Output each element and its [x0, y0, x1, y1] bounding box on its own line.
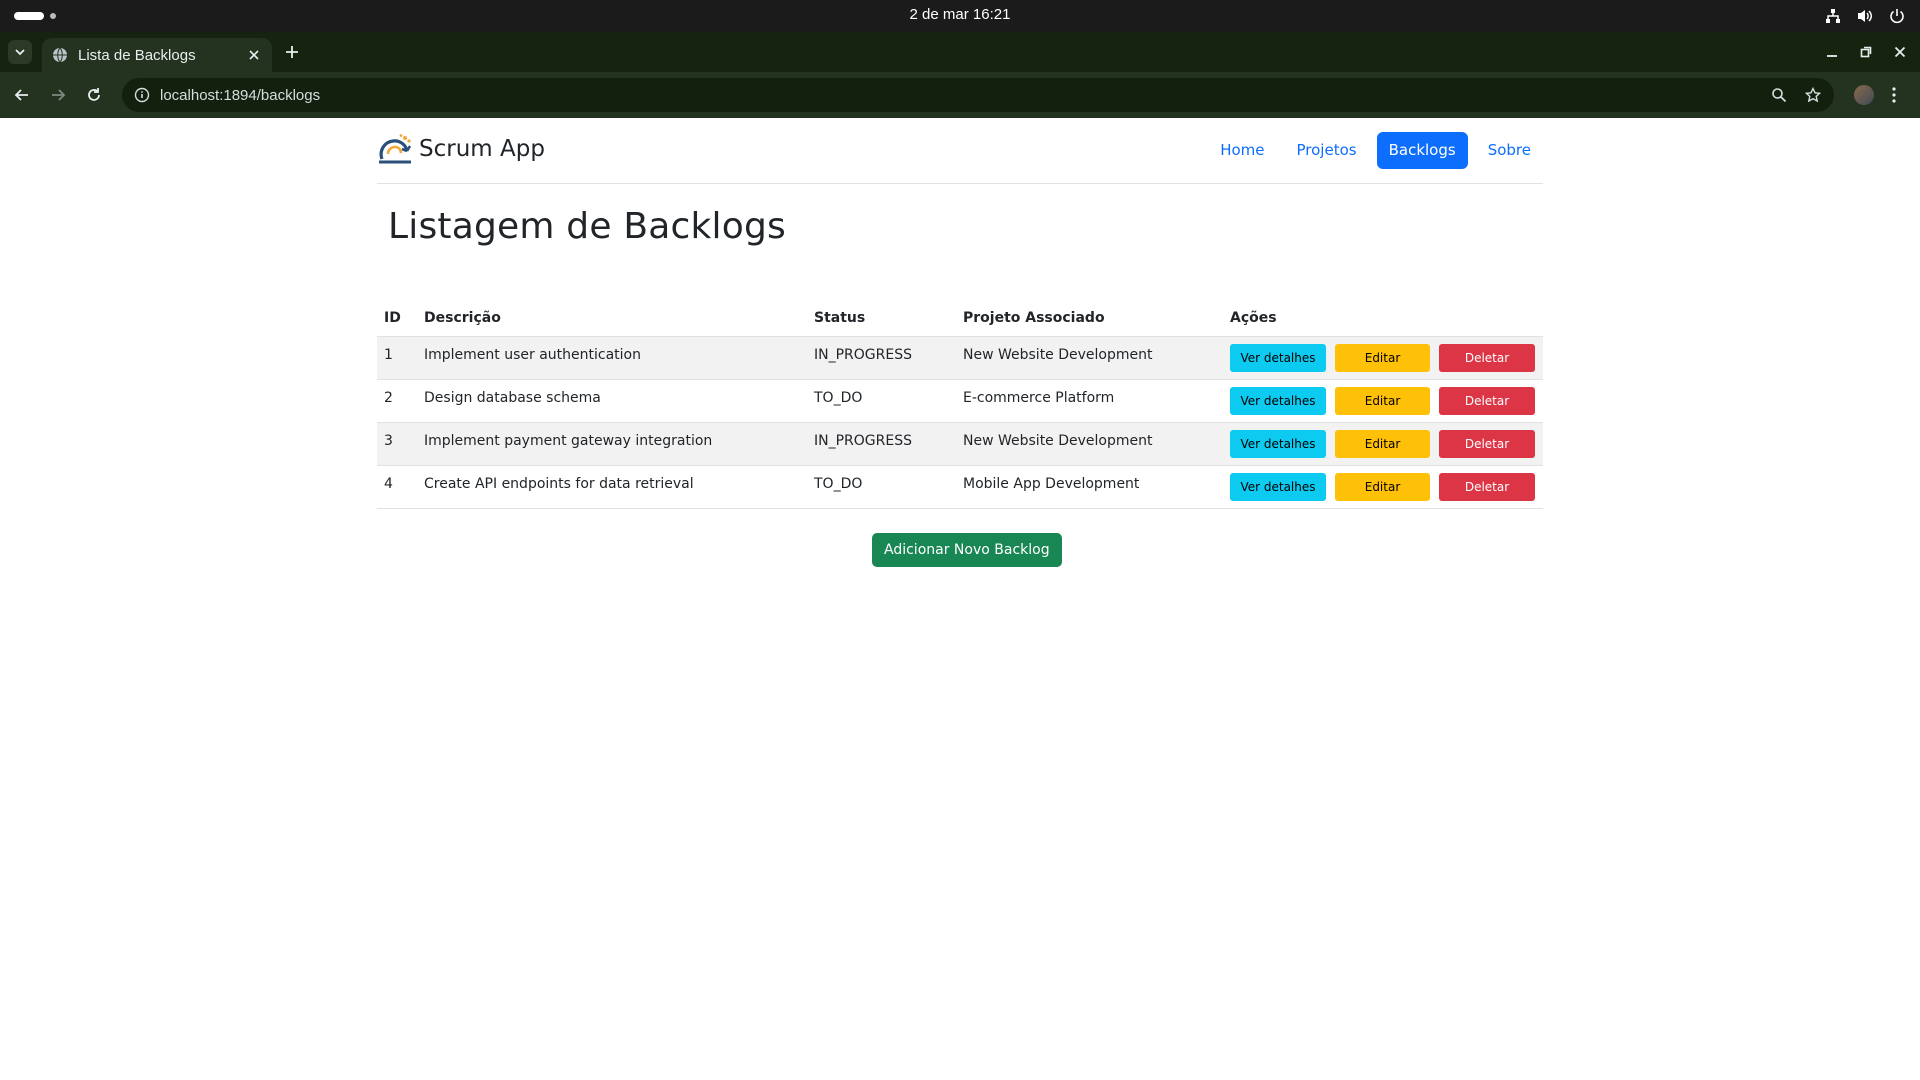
page-title: Listagem de Backlogs: [388, 206, 786, 247]
cell-id: 4: [377, 465, 417, 509]
delete-button[interactable]: Deletar: [1439, 343, 1535, 372]
new-tab-button[interactable]: [282, 42, 302, 62]
column-header-status: Status: [807, 300, 956, 337]
activities-indicator[interactable]: [14, 12, 56, 20]
page-viewport: Scrum App Home Projetos Backlogs Sobre L…: [0, 118, 1920, 1080]
browser-toolbar: localhost:1894/backlogs: [0, 72, 1920, 118]
nav-link-projetos[interactable]: Projetos: [1285, 132, 1369, 169]
edit-button[interactable]: Editar: [1335, 429, 1430, 458]
cell-actions: Ver detalhes Editar Deletar: [1223, 465, 1543, 509]
cell-id: 3: [377, 422, 417, 466]
table-row: 1 Implement user authentication IN_PROGR…: [377, 336, 1543, 380]
globe-icon: [52, 47, 68, 63]
browser-tab-active[interactable]: Lista de Backlogs: [42, 38, 272, 72]
edit-button[interactable]: Editar: [1335, 472, 1430, 501]
chevron-down-icon: [15, 49, 25, 56]
cell-status: IN_PROGRESS: [807, 336, 956, 380]
cell-project: New Website Development: [956, 422, 1223, 466]
delete-button[interactable]: Deletar: [1439, 429, 1535, 458]
tab-title: Lista de Backlogs: [78, 46, 196, 64]
cell-id: 1: [377, 336, 417, 380]
table-row: 2 Design database schema TO_DO E-commerc…: [377, 379, 1543, 423]
nav-link-backlogs[interactable]: Backlogs: [1376, 132, 1468, 169]
cell-description: Implement user authentication: [417, 336, 807, 380]
arrow-right-icon: [52, 89, 66, 101]
plus-icon: [286, 46, 298, 58]
workspace-active-indicator: [14, 12, 44, 20]
column-header-id: ID: [377, 300, 417, 337]
cell-actions: Ver detalhes Editar Deletar: [1223, 379, 1543, 423]
minimize-window-icon[interactable]: [1822, 42, 1842, 62]
reload-icon: [88, 88, 100, 101]
cell-description: Implement payment gateway integration: [417, 422, 807, 466]
table-row: 4 Create API endpoints for data retrieva…: [377, 465, 1543, 509]
profile-avatar[interactable]: [1854, 85, 1874, 105]
system-clock[interactable]: 2 de mar 16:21: [0, 6, 1920, 23]
table-row: 3 Implement payment gateway integration …: [377, 422, 1543, 466]
scrum-logo-icon: [377, 132, 413, 166]
brand-link[interactable]: Scrum App: [377, 132, 545, 166]
site-header: Scrum App Home Projetos Backlogs Sobre: [377, 118, 1543, 184]
tab-search-button[interactable]: [8, 40, 32, 64]
delete-button[interactable]: Deletar: [1439, 386, 1535, 415]
workspace-indicator: [50, 13, 56, 19]
address-bar[interactable]: localhost:1894/backlogs: [122, 78, 1834, 112]
add-backlog-button[interactable]: Adicionar Novo Backlog: [872, 533, 1062, 567]
close-window-icon[interactable]: [1890, 42, 1910, 62]
more-vertical-icon: [1892, 87, 1896, 103]
zoom-icon[interactable]: [1770, 86, 1788, 104]
cell-project: New Website Development: [956, 336, 1223, 380]
view-details-button[interactable]: Ver detalhes: [1230, 472, 1326, 501]
cell-project: E-commerce Platform: [956, 379, 1223, 423]
view-details-button[interactable]: Ver detalhes: [1230, 386, 1326, 415]
back-button[interactable]: [10, 83, 34, 107]
forward-button[interactable]: [46, 83, 70, 107]
cell-actions: Ver detalhes Editar Deletar: [1223, 422, 1543, 466]
edit-button[interactable]: Editar: [1335, 343, 1430, 372]
power-icon[interactable]: [1888, 7, 1906, 25]
cell-description: Design database schema: [417, 379, 807, 423]
nav-link-sobre[interactable]: Sobre: [1476, 132, 1543, 169]
site-info-icon[interactable]: [134, 87, 150, 103]
system-tray[interactable]: [1824, 7, 1906, 25]
column-header-description: Descrição: [417, 300, 807, 337]
arrow-left-icon: [14, 89, 28, 101]
cell-status: IN_PROGRESS: [807, 422, 956, 466]
cell-project: Mobile App Development: [956, 465, 1223, 509]
cell-status: TO_DO: [807, 465, 956, 509]
network-icon[interactable]: [1824, 7, 1842, 25]
view-details-button[interactable]: Ver detalhes: [1230, 343, 1326, 372]
bookmark-star-icon[interactable]: [1804, 86, 1822, 104]
brand-name: Scrum App: [419, 136, 545, 162]
window-controls: [1822, 42, 1910, 62]
system-top-bar: 2 de mar 16:21: [0, 0, 1920, 32]
url-text[interactable]: localhost:1894/backlogs: [160, 87, 1770, 104]
cell-actions: Ver detalhes Editar Deletar: [1223, 336, 1543, 380]
restore-window-icon[interactable]: [1856, 42, 1876, 62]
volume-icon[interactable]: [1856, 7, 1874, 25]
nav-link-home[interactable]: Home: [1208, 132, 1276, 169]
close-tab-icon[interactable]: [246, 47, 262, 63]
cell-id: 2: [377, 379, 417, 423]
column-header-actions: Ações: [1223, 300, 1543, 337]
cell-description: Create API endpoints for data retrieval: [417, 465, 807, 509]
table-header-row: ID Descrição Status Projeto Associado Aç…: [377, 300, 1543, 337]
delete-button[interactable]: Deletar: [1439, 472, 1535, 501]
browser-menu-button[interactable]: [1884, 85, 1904, 105]
reload-button[interactable]: [82, 83, 106, 107]
backlogs-table: ID Descrição Status Projeto Associado Aç…: [377, 300, 1543, 509]
edit-button[interactable]: Editar: [1335, 386, 1430, 415]
main-nav: Home Projetos Backlogs Sobre: [1208, 132, 1543, 169]
view-details-button[interactable]: Ver detalhes: [1230, 429, 1326, 458]
column-header-project: Projeto Associado: [956, 300, 1223, 337]
cell-status: TO_DO: [807, 379, 956, 423]
page-container: Scrum App Home Projetos Backlogs Sobre L…: [377, 118, 1543, 567]
browser-tab-strip: Lista de Backlogs: [0, 32, 1920, 72]
